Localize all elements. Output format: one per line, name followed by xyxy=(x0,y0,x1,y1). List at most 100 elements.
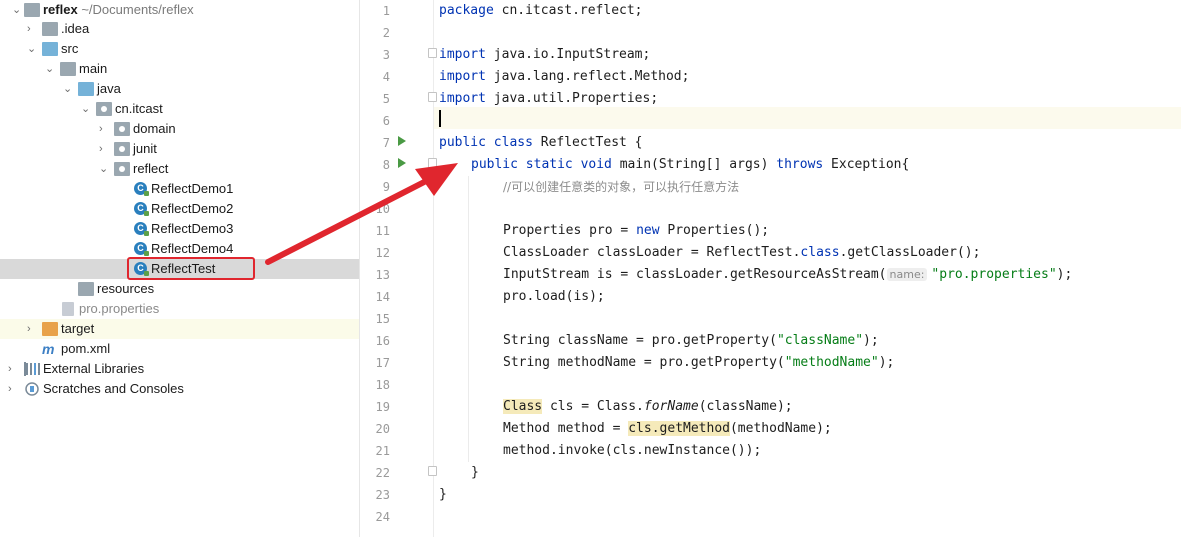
chevron-right-icon[interactable]: › xyxy=(99,122,109,136)
code-line-13: InputStream is = classLoader.getResource… xyxy=(503,267,1073,282)
tree-item-class[interactable]: C ReflectDemo1 xyxy=(0,179,359,199)
maven-icon: m xyxy=(42,341,55,357)
tree-item-external-libraries[interactable]: › External Libraries xyxy=(0,359,359,379)
tree-item-java[interactable]: ⌄ java xyxy=(0,79,359,99)
tree-item-scratches[interactable]: › Scratches and Consoles xyxy=(0,379,359,399)
line-number: 2 xyxy=(382,26,390,40)
code-line-7: public class ReflectTest { xyxy=(439,135,643,150)
package-icon xyxy=(114,142,130,156)
library-icon-graphic xyxy=(26,363,40,375)
tree-item-junit[interactable]: › junit xyxy=(0,139,359,159)
code-line-1: package cn.itcast.reflect; xyxy=(439,3,643,18)
source-folder-icon xyxy=(78,82,94,96)
tree-label-java: java xyxy=(97,81,121,96)
java-class-icon: C xyxy=(134,202,149,216)
tree-label-class: ReflectDemo3 xyxy=(151,221,234,236)
fold-marker-icon[interactable] xyxy=(428,92,437,102)
line-number: 16 xyxy=(375,334,390,348)
properties-file-icon xyxy=(62,302,74,316)
line-number: 7 xyxy=(382,136,390,150)
tree-item-src[interactable]: ⌄ src xyxy=(0,39,359,59)
fold-marker-icon[interactable] xyxy=(428,466,437,476)
chevron-down-icon[interactable]: ⌄ xyxy=(99,162,109,176)
run-main-icon[interactable] xyxy=(398,158,406,168)
package-icon xyxy=(114,122,130,136)
tree-item-idea[interactable]: › .idea xyxy=(0,19,359,39)
code-line-11: Properties pro = new Properties(); xyxy=(503,223,770,238)
tree-item-class[interactable]: C ReflectDemo2 xyxy=(0,199,359,219)
code-line-17: String methodName = pro.getProperty("met… xyxy=(503,355,895,370)
current-line-highlight xyxy=(434,107,1181,129)
chevron-down-icon[interactable]: ⌄ xyxy=(12,3,22,17)
scratches-icon xyxy=(24,382,40,396)
tree-label-scratches: Scratches and Consoles xyxy=(43,381,184,396)
library-icon xyxy=(24,362,40,376)
tree-item-root[interactable]: ⌄ reflex ~/Documents/reflex xyxy=(0,0,359,20)
line-number: 15 xyxy=(375,312,390,326)
tree-item-main[interactable]: ⌄ main xyxy=(0,59,359,79)
run-class-icon[interactable] xyxy=(398,136,406,146)
scratches-icon-graphic xyxy=(25,382,39,396)
code-line-9-comment: //可以创建任意类的对象，可以执行任意方法 xyxy=(503,180,740,194)
tree-label-resources: resources xyxy=(97,281,155,296)
tree-item-class[interactable]: C ReflectDemo3 xyxy=(0,219,359,239)
code-line-20: Method method = cls.getMethod(methodName… xyxy=(503,421,832,436)
indent-guide xyxy=(468,176,469,462)
java-class-icon: C xyxy=(134,182,149,196)
line-number: 21 xyxy=(375,444,390,458)
tree-label-domain: domain xyxy=(133,121,176,136)
line-number: 3 xyxy=(382,48,390,62)
chevron-down-icon[interactable]: ⌄ xyxy=(45,62,55,76)
package-icon xyxy=(96,102,112,116)
fold-marker-icon[interactable] xyxy=(428,48,437,58)
line-number: 1 xyxy=(382,4,390,18)
line-number: 22 xyxy=(375,466,390,480)
tree-label-class: ReflectDemo4 xyxy=(151,241,234,256)
code-line-21: method.invoke(cls.newInstance()); xyxy=(503,443,762,458)
tree-label-main: main xyxy=(79,61,108,76)
editor-gutter: 1 2 3 4 5 6 7 8 9 10 11 12 13 14 15 16 1… xyxy=(360,0,437,537)
tree-label-reflect: reflect xyxy=(133,161,169,176)
code-line-12: ClassLoader classLoader = ReflectTest.cl… xyxy=(503,245,981,260)
tree-item-domain[interactable]: › domain xyxy=(0,119,359,139)
tree-item-properties[interactable]: pro.properties xyxy=(0,299,359,319)
line-number: 23 xyxy=(375,488,390,502)
chevron-right-icon[interactable]: › xyxy=(27,322,37,336)
line-number: 6 xyxy=(382,114,390,128)
line-number: 12 xyxy=(375,246,390,260)
line-number: 8 xyxy=(382,158,390,172)
code-line-14: pro.load(is); xyxy=(503,289,605,304)
line-number: 24 xyxy=(375,510,390,524)
tree-item-pom[interactable]: m pom.xml xyxy=(0,339,359,359)
project-tree-panel: ⌄ reflex ~/Documents/reflex › .idea ⌄ sr… xyxy=(0,0,360,537)
chevron-right-icon[interactable]: › xyxy=(8,382,18,396)
tree-item-target[interactable]: › target xyxy=(0,319,359,339)
code-editor[interactable]: 1 2 3 4 5 6 7 8 9 10 11 12 13 14 15 16 1… xyxy=(360,0,1181,537)
module-folder-icon xyxy=(24,3,40,17)
tree-label-idea: .idea xyxy=(61,21,90,36)
tree-item-package[interactable]: ⌄ cn.itcast xyxy=(0,99,359,119)
chevron-right-icon[interactable]: › xyxy=(99,142,109,156)
tree-item-resources[interactable]: resources xyxy=(0,279,359,299)
chevron-right-icon[interactable]: › xyxy=(8,362,18,376)
chevron-right-icon[interactable]: › xyxy=(27,22,37,36)
folder-icon xyxy=(42,22,58,36)
tree-label-root: reflex ~/Documents/reflex xyxy=(43,2,194,17)
tree-label-properties: pro.properties xyxy=(79,301,160,316)
fold-marker-icon[interactable] xyxy=(428,158,437,168)
tree-item-reflect[interactable]: ⌄ reflect xyxy=(0,159,359,179)
java-class-icon: C xyxy=(134,242,149,256)
code-line-4: import java.lang.reflect.Method; xyxy=(439,69,690,84)
line-number: 18 xyxy=(375,378,390,392)
text-caret xyxy=(439,110,441,127)
chevron-down-icon[interactable]: ⌄ xyxy=(27,42,37,56)
folder-icon xyxy=(60,62,76,76)
line-number: 14 xyxy=(375,290,390,304)
tree-label-pom: pom.xml xyxy=(61,341,111,356)
source-folder-icon xyxy=(42,42,58,56)
chevron-down-icon[interactable]: ⌄ xyxy=(81,102,91,116)
tree-item-class[interactable]: C ReflectDemo4 xyxy=(0,239,359,259)
code-line-16: String className = pro.getProperty("clas… xyxy=(503,333,879,348)
chevron-down-icon[interactable]: ⌄ xyxy=(63,82,73,96)
line-number: 10 xyxy=(375,202,390,216)
